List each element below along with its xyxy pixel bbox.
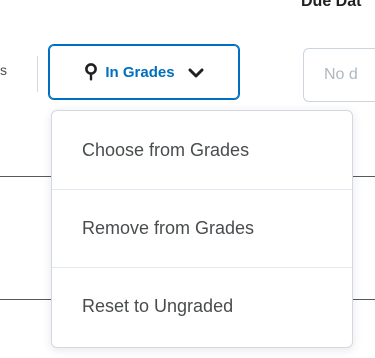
chevron-down-icon bbox=[188, 66, 204, 78]
row-divider bbox=[0, 299, 52, 300]
due-date-label: Due Dat bbox=[301, 0, 362, 10]
page: Due Dat s In Grades No d Choose from Gra… bbox=[0, 0, 375, 358]
in-grades-label: In Grades bbox=[105, 63, 175, 81]
row-divider bbox=[0, 176, 52, 177]
divider bbox=[37, 56, 38, 92]
menu-item-choose-from-grades[interactable]: Choose from Grades bbox=[52, 111, 352, 189]
row-divider bbox=[352, 176, 375, 177]
grades-dropdown-menu: Choose from Grades Remove from Grades Re… bbox=[51, 110, 353, 348]
row-divider bbox=[352, 299, 375, 300]
menu-item-reset-to-ungraded[interactable]: Reset to Ungraded bbox=[52, 267, 352, 345]
map-pin-icon bbox=[84, 63, 98, 81]
in-grades-button[interactable]: In Grades bbox=[48, 44, 240, 100]
due-date-input[interactable]: No d bbox=[303, 48, 375, 102]
menu-item-remove-from-grades[interactable]: Remove from Grades bbox=[52, 189, 352, 267]
truncated-label: s bbox=[0, 62, 7, 78]
